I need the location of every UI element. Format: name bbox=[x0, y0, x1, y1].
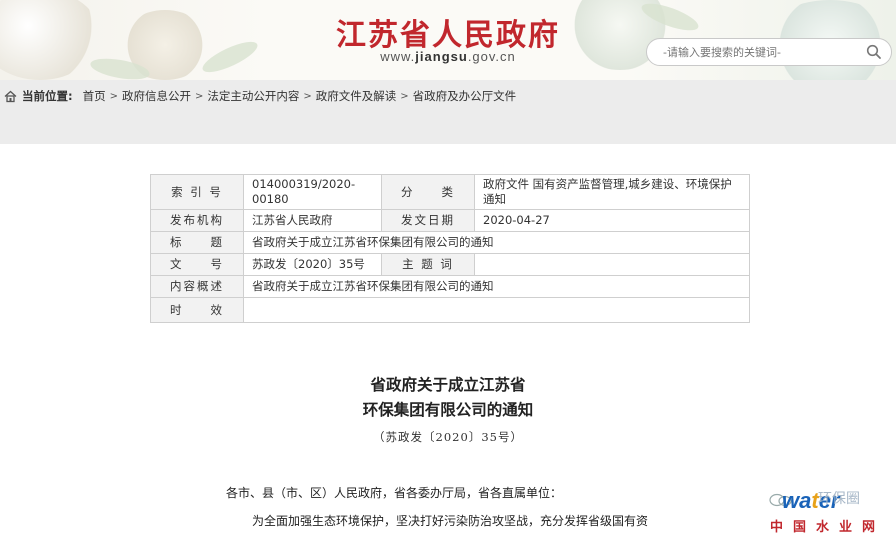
category-label: 分 类 bbox=[381, 174, 475, 210]
watermark-brand-part: wa bbox=[782, 488, 812, 513]
document-title: 省政府关于成立江苏省 环保集团有限公司的通知 bbox=[0, 372, 896, 422]
chevron-right-icon: > bbox=[109, 90, 118, 102]
table-row: 标 题 省政府关于成立江苏省环保集团有限公司的通知 bbox=[150, 231, 750, 254]
chevron-right-icon: > bbox=[303, 90, 312, 102]
breadcrumb: 当前位置: 首页 > 政府信息公开 > 法定主动公开内容 > 政府文件及解读 >… bbox=[0, 84, 896, 108]
summary-value: 省政府关于成立江苏省环保集团有限公司的通知 bbox=[243, 275, 750, 298]
table-row: 内容概述 省政府关于成立江苏省环保集团有限公司的通知 bbox=[150, 275, 750, 298]
watermark-suffix: 环保圈 bbox=[818, 491, 860, 507]
chevron-right-icon: > bbox=[195, 90, 204, 102]
summary-label: 内容概述 bbox=[150, 275, 244, 298]
url-prefix: www. bbox=[380, 49, 416, 64]
table-row: 索 引 号 014000319/2020-00180 分 类 政府文件 国有资产… bbox=[150, 174, 750, 210]
content-panel: 索 引 号 014000319/2020-00180 分 类 政府文件 国有资产… bbox=[0, 144, 896, 540]
index-label: 索 引 号 bbox=[150, 174, 244, 210]
search-input[interactable] bbox=[663, 39, 861, 65]
publisher-label: 发布机构 bbox=[150, 209, 244, 232]
breadcrumb-item-info-disclosure[interactable]: 政府信息公开 bbox=[122, 88, 191, 104]
home-icon bbox=[4, 89, 18, 103]
document-paragraph: 为全面加强生态环境保护，坚决打好污染防治攻坚战，充分发挥省级国有资 bbox=[252, 514, 649, 528]
site-header: 江苏省人民政府 www.jiangsu.gov.cn bbox=[0, 0, 896, 80]
document-title-line2: 环保集团有限公司的通知 bbox=[362, 400, 534, 419]
date-label: 发文日期 bbox=[381, 209, 475, 232]
chevron-right-icon: > bbox=[400, 90, 409, 102]
flower-decoration bbox=[0, 0, 100, 80]
site-url: www.jiangsu.gov.cn bbox=[300, 49, 596, 64]
date-value: 2020-04-27 bbox=[474, 209, 750, 232]
subject-label: 主 题 词 bbox=[381, 253, 475, 276]
table-row: 发布机构 江苏省人民政府 发文日期 2020-04-27 bbox=[150, 209, 750, 232]
breadcrumb-item-gov-documents[interactable]: 政府文件及解读 bbox=[316, 88, 397, 104]
table-row: 时 效 bbox=[150, 297, 750, 323]
title-label: 标 题 bbox=[150, 231, 244, 254]
document-number: （苏政发〔2020〕35号） bbox=[373, 430, 523, 444]
docno-value: 苏政发〔2020〕35号 bbox=[243, 253, 382, 276]
url-suffix: .gov.cn bbox=[467, 49, 516, 64]
breadcrumb-item-statutory-disclosure[interactable]: 法定主动公开内容 bbox=[207, 88, 299, 104]
watermark-site-name: 中国水业网 bbox=[770, 520, 886, 535]
url-domain: jiangsu bbox=[415, 49, 468, 64]
search-icon[interactable] bbox=[861, 39, 887, 65]
subject-value bbox=[474, 253, 750, 276]
search-box bbox=[646, 38, 892, 66]
validity-value bbox=[243, 297, 750, 323]
site-title[interactable]: 江苏省人民政府 bbox=[300, 10, 596, 54]
breadcrumb-item-provincial-documents[interactable]: 省政府及办公厅文件 bbox=[413, 88, 517, 104]
document-addressee: 各市、县（市、区）人民政府，省各委办厅局，省各直属单位： bbox=[226, 486, 563, 500]
table-row: 文 号 苏政发〔2020〕35号 主 题 词 bbox=[150, 253, 750, 276]
breadcrumb-label: 当前位置: bbox=[22, 89, 73, 103]
breadcrumb-item-home[interactable]: 首页 bbox=[83, 88, 106, 104]
docno-label: 文 号 bbox=[150, 253, 244, 276]
validity-label: 时 效 bbox=[150, 297, 244, 323]
index-value: 014000319/2020-00180 bbox=[243, 174, 382, 210]
document-title-line1: 省政府关于成立江苏省 bbox=[370, 375, 526, 394]
document-metadata-table: 索 引 号 014000319/2020-00180 分 类 政府文件 国有资产… bbox=[150, 174, 750, 323]
category-value: 政府文件 国有资产监督管理,城乡建设、环境保护 通知 bbox=[474, 174, 750, 210]
publisher-value: 江苏省人民政府 bbox=[243, 209, 382, 232]
title-value: 省政府关于成立江苏省环保集团有限公司的通知 bbox=[243, 231, 750, 254]
